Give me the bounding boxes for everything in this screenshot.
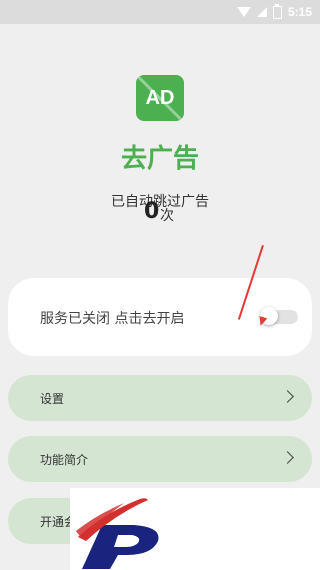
signal-icon — [256, 7, 267, 17]
app-logo: AD — [136, 75, 184, 121]
service-status-text: 服务已关闭 点击去开启 — [40, 311, 185, 327]
battery-icon — [272, 3, 282, 19]
chevron-right-icon — [281, 390, 294, 403]
skip-count: 0 — [144, 199, 160, 224]
service-toggle[interactable] — [260, 307, 298, 325]
menu-item-settings[interactable]: 设置 — [8, 375, 312, 421]
menu-item-label: 功能简介 — [40, 453, 89, 467]
brand-p-logo-icon — [76, 498, 159, 569]
menu-item-intro[interactable]: 功能简介 — [8, 436, 312, 482]
status-bar: 5:15 — [0, 0, 320, 24]
service-card[interactable]: 服务已关闭 点击去开启 — [8, 278, 312, 356]
skip-count-unit: 次 — [160, 208, 174, 224]
chevron-right-icon — [281, 451, 294, 464]
app-title: 去广告 — [120, 144, 199, 174]
menu-item-label: 设置 — [40, 392, 65, 406]
status-time: 5:15 — [287, 5, 312, 19]
logo-text: AD — [145, 86, 175, 109]
wifi-icon — [236, 7, 251, 17]
